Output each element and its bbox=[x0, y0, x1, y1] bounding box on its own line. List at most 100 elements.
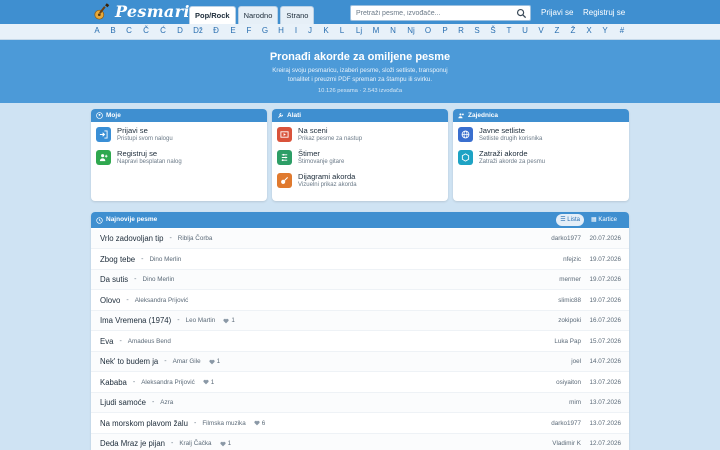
song-row[interactable]: Zbog tebe - Dino Merlin nfejzic 19.07.2026 bbox=[91, 250, 629, 270]
song-artist[interactable]: Dino Merlin bbox=[149, 256, 181, 263]
letter-link[interactable]: F bbox=[247, 26, 252, 35]
tab-narodno[interactable]: Narodno bbox=[237, 6, 279, 24]
item-title: Dijagrami akorda bbox=[298, 171, 356, 181]
song-artist[interactable]: Azra bbox=[160, 399, 173, 406]
view-list-button[interactable]: ☰ Lista bbox=[556, 214, 584, 226]
song-row[interactable]: Ljudi samoće - Azra mim 13.07.2026 bbox=[91, 393, 629, 413]
letter-link[interactable]: Dž bbox=[193, 26, 203, 35]
song-user[interactable]: Vladimir K bbox=[552, 440, 581, 447]
letter-link[interactable]: O bbox=[425, 26, 431, 35]
song-row[interactable]: Nek' to budem ja - Amar Gile 1 joel 14.07.202… bbox=[91, 352, 629, 372]
login-link[interactable]: Prijavi se bbox=[541, 8, 573, 17]
song-title[interactable]: Ima Vremena (1974) bbox=[100, 316, 171, 325]
song-title[interactable]: Olovo bbox=[100, 296, 120, 305]
song-title[interactable]: Da sutis bbox=[100, 275, 128, 284]
letter-link[interactable]: Č bbox=[143, 26, 149, 35]
song-title[interactable]: Kababa bbox=[100, 378, 127, 387]
card-item-chord-diagrams[interactable]: Dijagrami akorda Vizuelni prikaz akorda bbox=[277, 170, 357, 190]
letter-link[interactable]: J bbox=[308, 26, 312, 35]
letter-link[interactable]: # bbox=[620, 26, 624, 35]
song-artist[interactable]: Kralj Čačka bbox=[179, 440, 211, 447]
song-title[interactable]: Eva bbox=[100, 337, 113, 346]
song-title[interactable]: Zbog tebe bbox=[100, 255, 135, 264]
song-row[interactable]: Kababa - Aleksandra Prijović 1 osiyaiton 13.0… bbox=[91, 373, 629, 393]
song-row[interactable]: Na morskom plavom žalu - Filmska muzika 6 da… bbox=[91, 414, 629, 434]
card-item-login[interactable]: Prijavi se Pristupi svom nalogu bbox=[96, 124, 173, 144]
letter-link[interactable]: S bbox=[474, 26, 479, 35]
view-cards-button[interactable]: ▦ Kartice bbox=[587, 214, 621, 226]
letter-link[interactable]: H bbox=[278, 26, 284, 35]
song-title[interactable]: Deda Mraz je pijan bbox=[100, 439, 165, 448]
item-title: Prijavi se bbox=[117, 125, 148, 135]
letter-link[interactable]: X bbox=[586, 26, 591, 35]
item-desc: Pristupi svom nalogu bbox=[117, 135, 173, 142]
search-input[interactable] bbox=[356, 6, 516, 20]
item-title: Štimer bbox=[298, 148, 320, 158]
song-row[interactable]: Deda Mraz je pijan - Kralj Čačka 1 Vladimir … bbox=[91, 434, 629, 450]
card-item-stage[interactable]: Na sceni Prikaz pesme za nastup bbox=[277, 124, 362, 144]
card-alati: Alati Na sceni Prikaz pesme za nastup Št… bbox=[272, 109, 448, 201]
letter-link[interactable]: Ć bbox=[160, 26, 166, 35]
card-item-request-chords[interactable]: Zatraži akorde Zatraži akorde za pesmu bbox=[458, 147, 545, 167]
letter-link[interactable]: Ž bbox=[571, 26, 576, 35]
letter-link[interactable]: C bbox=[126, 26, 132, 35]
song-title[interactable]: Vrlo zadovoljan tip bbox=[100, 234, 163, 243]
song-user[interactable]: slimic88 bbox=[558, 297, 581, 304]
song-user[interactable]: mim bbox=[569, 399, 581, 406]
song-user[interactable]: joel bbox=[571, 358, 581, 365]
song-user[interactable]: osiyaiton bbox=[556, 379, 581, 386]
letter-link[interactable]: P bbox=[442, 26, 447, 35]
letter-link[interactable]: I bbox=[295, 26, 297, 35]
song-row[interactable]: Ima Vremena (1974) - Leo Martin 1 zokipoki 16… bbox=[91, 311, 629, 331]
tab-pop-rock[interactable]: Pop/Rock bbox=[189, 6, 236, 24]
song-user[interactable]: nfejzic bbox=[563, 256, 581, 263]
song-user[interactable]: mermer bbox=[559, 276, 581, 283]
search-icon[interactable] bbox=[516, 8, 527, 19]
letter-link[interactable]: T bbox=[507, 26, 512, 35]
song-row[interactable]: Da sutis - Dino Merlin mermer 19.07.2026 bbox=[91, 270, 629, 290]
letter-link[interactable]: A bbox=[94, 26, 99, 35]
letter-link[interactable]: N bbox=[390, 26, 396, 35]
register-link[interactable]: Registruj se bbox=[583, 8, 625, 17]
letter-link[interactable]: R bbox=[458, 26, 464, 35]
song-artist[interactable]: Aleksandra Prijović bbox=[141, 379, 195, 386]
letter-link[interactable]: G bbox=[262, 26, 268, 35]
song-row[interactable]: Vrlo zadovoljan tip - Riblja Čorba darko197… bbox=[91, 229, 629, 249]
song-artist[interactable]: Leo Martin bbox=[186, 317, 216, 324]
song-user[interactable]: darko1977 bbox=[551, 420, 581, 427]
letter-link[interactable]: K bbox=[323, 26, 328, 35]
song-row[interactable]: Eva - Amadeus Bend Luka Pap 15.07.2026 bbox=[91, 332, 629, 352]
card-item-register[interactable]: Registruj se Napravi besplatan nalog bbox=[96, 147, 182, 167]
song-artist[interactable]: Dino Merlin bbox=[143, 276, 175, 283]
letter-link[interactable]: D bbox=[177, 26, 183, 35]
letter-link[interactable]: B bbox=[110, 26, 115, 35]
song-user[interactable]: Luka Pap bbox=[554, 338, 581, 345]
letter-link[interactable]: Lj bbox=[356, 26, 362, 35]
song-artist[interactable]: Riblja Čorba bbox=[178, 235, 213, 242]
letter-link[interactable]: Nj bbox=[407, 26, 415, 35]
hero-stats: 10.126 pesama · 2.543 izvođača bbox=[317, 88, 403, 94]
letter-link[interactable]: L bbox=[340, 26, 344, 35]
song-title[interactable]: Nek' to budem ja bbox=[100, 357, 158, 366]
view-list-label: Lista bbox=[567, 217, 580, 223]
song-row[interactable]: Olovo - Aleksandra Prijović slimic88 19.07.2… bbox=[91, 291, 629, 311]
song-artist[interactable]: Aleksandra Prijović bbox=[135, 297, 189, 304]
letter-link[interactable]: V bbox=[538, 26, 543, 35]
song-user[interactable]: darko1977 bbox=[551, 235, 581, 242]
letter-link[interactable]: Đ bbox=[213, 26, 219, 35]
song-artist[interactable]: Filmska muzika bbox=[202, 420, 245, 427]
letter-link[interactable]: U bbox=[522, 26, 528, 35]
letter-link[interactable]: M bbox=[373, 26, 380, 35]
letter-link[interactable]: E bbox=[230, 26, 235, 35]
song-artist[interactable]: Amadeus Bend bbox=[128, 338, 171, 345]
tab-strano[interactable]: Strano bbox=[280, 6, 315, 24]
card-item-public-setlists[interactable]: Javne setliste Setliste drugih korisnika bbox=[458, 124, 542, 144]
song-title[interactable]: Na morskom plavom žalu bbox=[100, 419, 188, 428]
letter-link[interactable]: Z bbox=[555, 26, 560, 35]
song-title[interactable]: Ljudi samoće bbox=[100, 398, 146, 407]
song-user[interactable]: zokipoki bbox=[558, 317, 581, 324]
song-artist[interactable]: Amar Gile bbox=[173, 358, 201, 365]
letter-link[interactable]: Y bbox=[602, 26, 607, 35]
card-item-tuner[interactable]: Štimer Štimovanje gitare bbox=[277, 147, 344, 167]
letter-link[interactable]: Š bbox=[490, 26, 495, 35]
